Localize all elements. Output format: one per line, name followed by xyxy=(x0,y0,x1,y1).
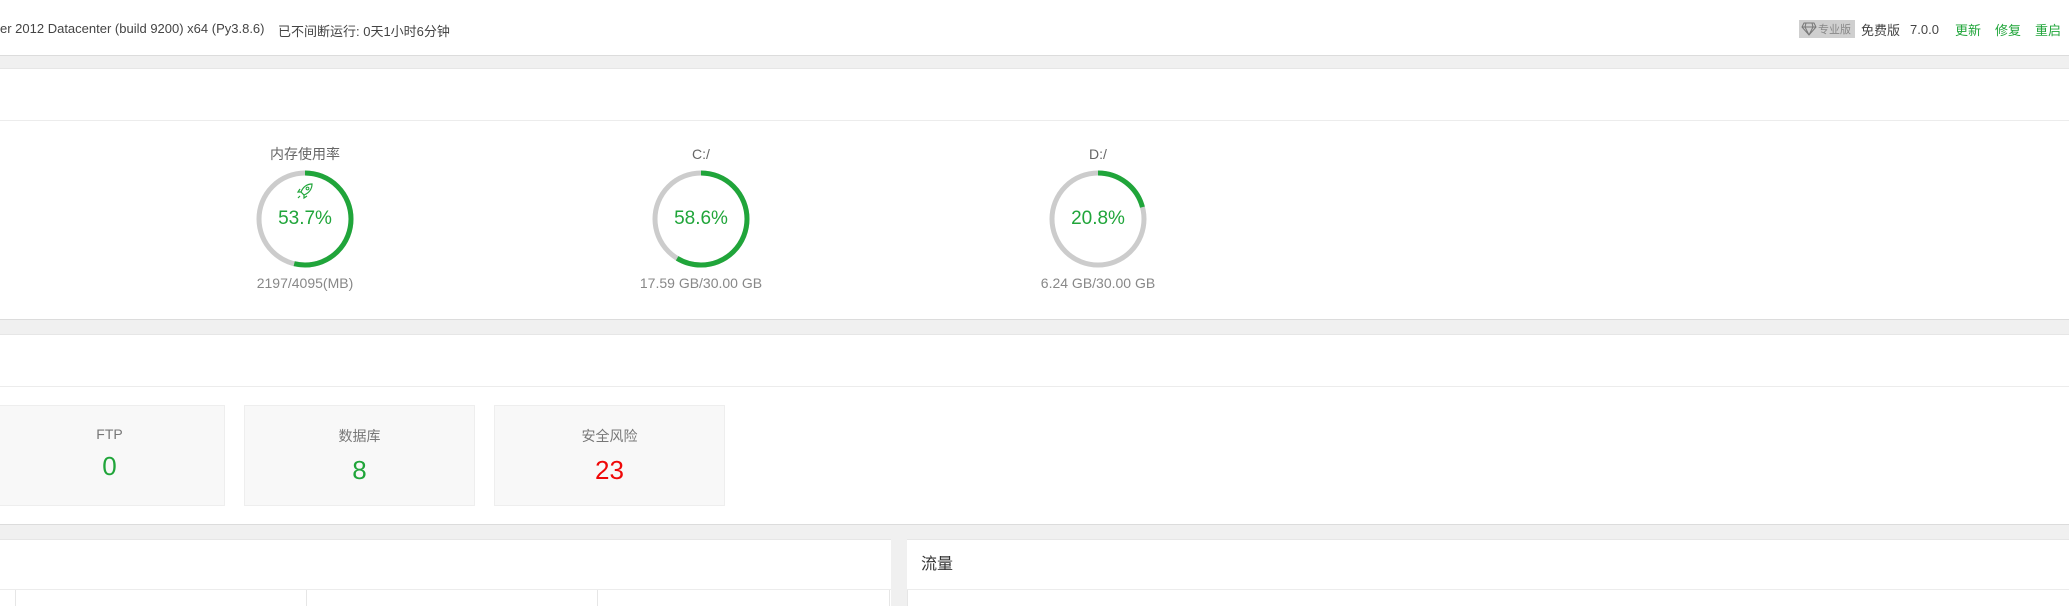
gauge-title: D:/ xyxy=(1089,146,1107,162)
security-risk-label: 安全风险 xyxy=(581,428,638,444)
gauge-title: 内存使用率 xyxy=(270,146,340,162)
top-info-bar: er 2012 Datacenter (build 9200) x64 (Py3… xyxy=(0,0,2069,56)
grid-divider xyxy=(306,590,307,606)
memory-gauge: 内存使用率 53.7% 2197/4095(MB) xyxy=(205,145,405,291)
grid-divider xyxy=(597,590,598,606)
memory-ring[interactable]: 53.7% xyxy=(253,167,357,271)
disk-c-ring[interactable]: 58.6% xyxy=(649,167,753,271)
security-risk-value: 23 xyxy=(595,455,624,485)
diamond-icon xyxy=(1801,22,1817,36)
update-link[interactable]: 更新 xyxy=(1955,20,1981,39)
disk-d-gauge: D:/ 20.8% 6.24 GB/30.00 GB xyxy=(998,145,1198,291)
pro-version-badge[interactable]: 专业版 xyxy=(1799,20,1856,38)
traffic-panel-title: 流量 xyxy=(907,540,2069,590)
traffic-panel: 流量 xyxy=(907,539,2069,606)
top-right-actions: 专业版 免费版 7.0.0 更新 修复 重启 xyxy=(1799,19,2061,39)
gauge-detail: 2197/4095(MB) xyxy=(256,275,354,291)
grid-divider xyxy=(15,590,16,606)
status-panel-header xyxy=(0,69,2069,121)
grid-divider xyxy=(889,590,890,606)
dashboard-page: er 2012 Datacenter (build 9200) x64 (Py3… xyxy=(0,0,2069,606)
gauge-percent: 58.6% xyxy=(674,208,728,229)
software-panel-header xyxy=(0,540,891,590)
panel-divider xyxy=(907,590,908,606)
overview-panel: FTP 0 数据库 8 安全风险 23 xyxy=(0,334,2069,525)
disk-c-gauge: C:/ 58.6% 17.59 GB/30.00 GB xyxy=(601,145,801,291)
gauge-percent: 53.7% xyxy=(278,208,332,229)
security-risk-card[interactable]: 安全风险 23 xyxy=(494,405,725,506)
gauge-detail: 17.59 GB/30.00 GB xyxy=(639,275,763,291)
status-panel: 内存使用率 53.7% 2197/4095(MB) C:/ 58.6% 17.5… xyxy=(0,68,2069,320)
edition-label: 免费版 xyxy=(1861,22,1901,38)
system-info: er 2012 Datacenter (build 9200) x64 (Py3… xyxy=(0,21,265,36)
gauge-title: C:/ xyxy=(692,146,710,162)
software-grid xyxy=(0,590,891,606)
gauge-detail: 6.24 GB/30.00 GB xyxy=(1040,275,1156,291)
version-number: 7.0.0 xyxy=(1910,21,1939,37)
database-card-label: 数据库 xyxy=(338,428,381,444)
restart-link[interactable]: 重启 xyxy=(2035,20,2061,39)
gauge-percent: 20.8% xyxy=(1071,208,1125,229)
software-panel xyxy=(0,539,891,606)
pro-badge-label: 专业版 xyxy=(1818,24,1852,36)
ftp-card-value: 0 xyxy=(102,451,117,481)
database-card-value: 8 xyxy=(352,455,367,485)
repair-link[interactable]: 修复 xyxy=(1995,20,2021,39)
ftp-card-label: FTP xyxy=(96,426,123,442)
database-card[interactable]: 数据库 8 xyxy=(244,405,475,506)
ftp-card[interactable]: FTP 0 xyxy=(0,405,225,506)
overview-panel-header xyxy=(0,335,2069,387)
disk-d-ring[interactable]: 20.8% xyxy=(1046,167,1150,271)
uptime-text: 已不间断运行: 0天1小时6分钟 xyxy=(278,24,450,39)
